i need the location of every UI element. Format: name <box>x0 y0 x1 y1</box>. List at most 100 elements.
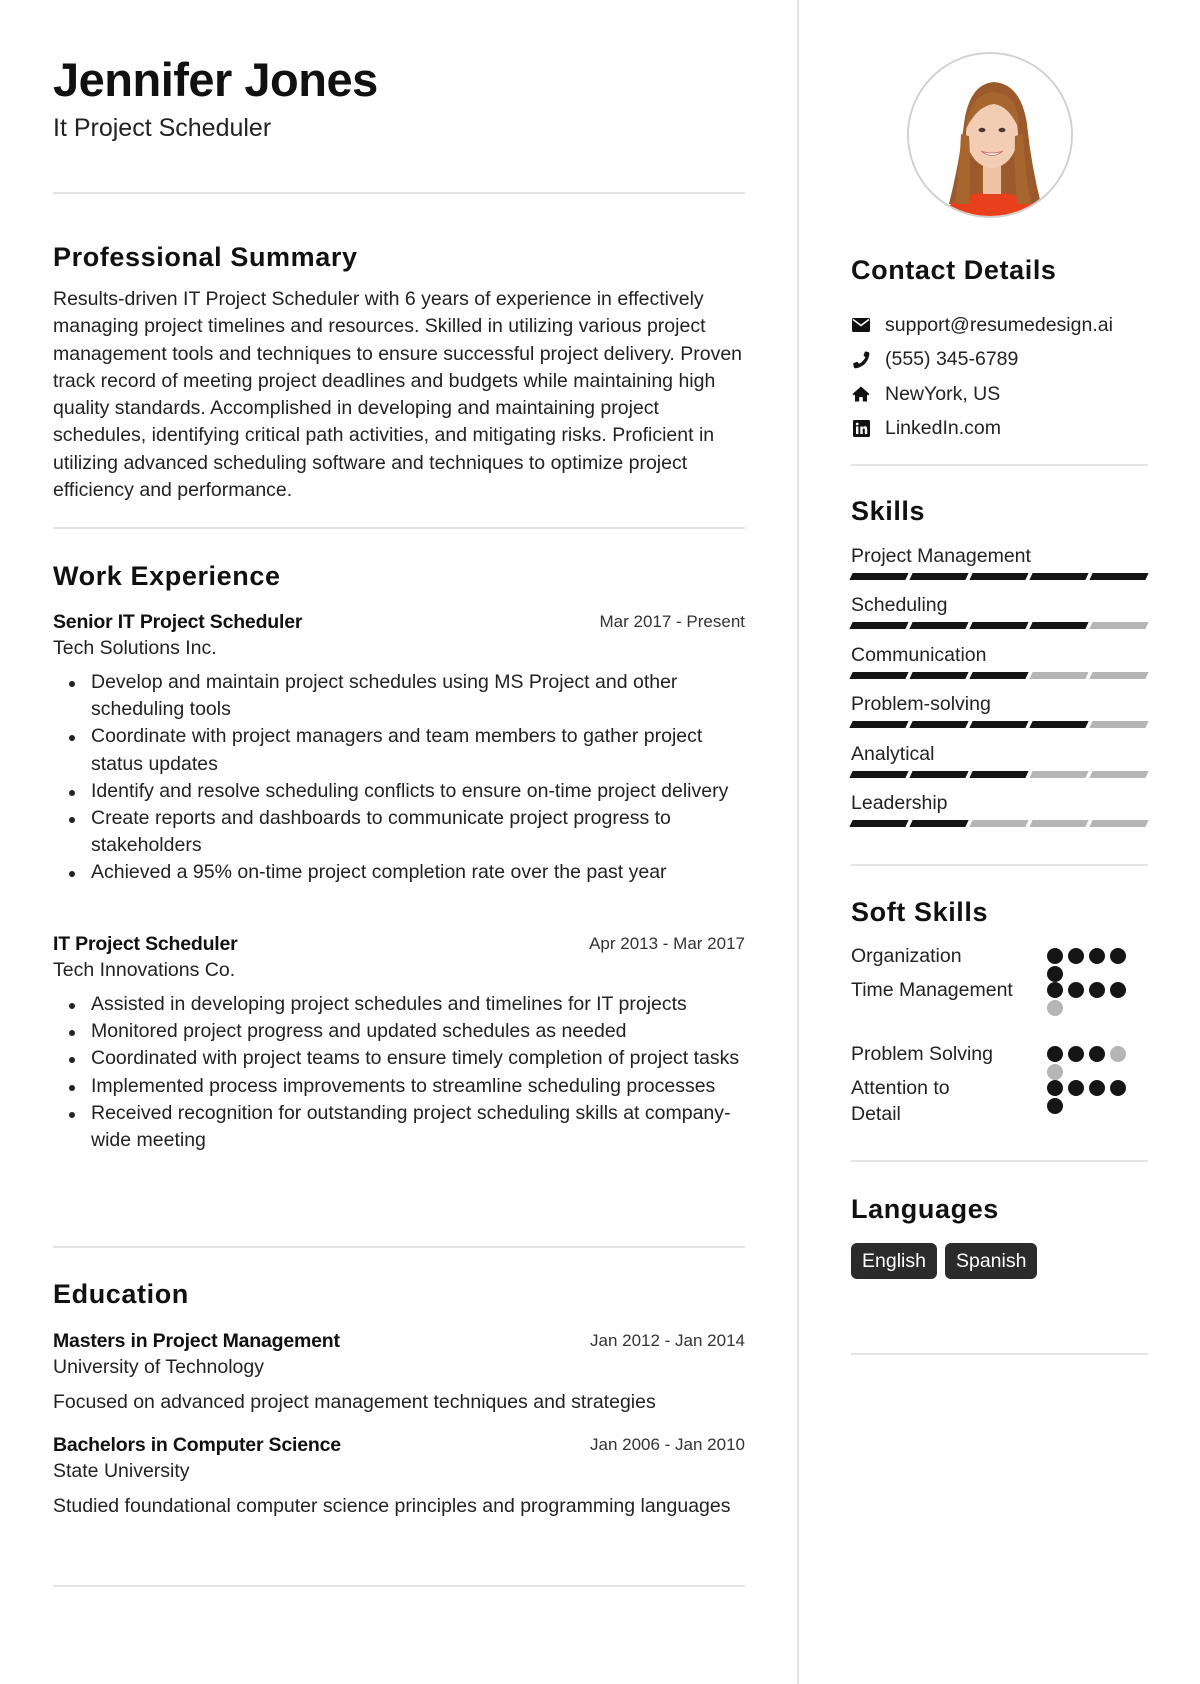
skill-item: Leadership <box>849 790 1149 827</box>
skill-segment-filled <box>909 771 969 778</box>
skill-segment-filled <box>1029 721 1089 728</box>
rating-dot-filled <box>1089 982 1105 998</box>
job-bullet: Coordinate with project managers and tea… <box>53 723 745 777</box>
skill-segment-filled <box>849 771 909 778</box>
rating-dot-filled <box>1047 966 1063 982</box>
skill-item: Analytical <box>849 741 1149 778</box>
contact-linkedin-text: LinkedIn.com <box>885 417 1001 440</box>
rating-dot-empty <box>1110 1046 1126 1062</box>
skill-segment-filled <box>909 820 969 827</box>
job-bullet: Monitored project progress and updated s… <box>53 1018 745 1045</box>
skill-segment-filled <box>969 622 1029 629</box>
summary-text: Results-driven IT Project Scheduler with… <box>53 288 743 502</box>
contact-phone[interactable]: (555) 345-6789 <box>851 343 1148 378</box>
contact-email-text: support@resumedesign.ai <box>885 313 1113 336</box>
job-date: Mar 2017 - Present <box>599 612 745 631</box>
skills-divider <box>851 864 1148 866</box>
skill-level-bar <box>849 622 1149 629</box>
rating-dot-filled <box>1047 948 1063 964</box>
skill-item: Communication <box>849 642 1149 679</box>
experience-heading-text: Work Experience <box>53 561 281 591</box>
skill-level-bar <box>849 721 1149 728</box>
job-bullet: Identify and resolve scheduling conflict… <box>53 778 745 805</box>
skill-name: Analytical <box>851 743 935 765</box>
rating-dot-filled <box>1110 1080 1126 1096</box>
skill-segment-empty <box>1089 672 1149 679</box>
column-divider <box>797 0 799 1684</box>
skill-segment-filled <box>849 573 909 580</box>
skill-segment-filled <box>849 820 909 827</box>
portrait-image <box>909 54 1071 216</box>
candidate-role: It Project Scheduler <box>53 114 272 142</box>
education-description: Studied foundational computer science pr… <box>53 1495 731 1517</box>
rating-dot-filled <box>1110 948 1126 964</box>
job-bullet: Develop and maintain project schedules u… <box>53 669 745 723</box>
skill-item: Problem-solving <box>849 691 1149 728</box>
skill-segment-filled <box>1029 622 1089 629</box>
skill-segment-empty <box>1089 771 1149 778</box>
job-bullet: Received recognition for outstanding pro… <box>53 1100 745 1154</box>
skill-segment-filled <box>849 622 909 629</box>
summary-divider <box>53 527 745 529</box>
job-bullet: Assisted in developing project schedules… <box>53 991 745 1018</box>
rating-dot-filled <box>1047 1080 1063 1096</box>
skill-segment-filled <box>909 672 969 679</box>
skill-level-bar <box>849 672 1149 679</box>
contact-phone-text: (555) 345-6789 <box>885 348 1019 371</box>
rating-dot-filled <box>1047 982 1063 998</box>
job-company: Tech Solutions Inc. <box>53 637 217 659</box>
soft-skills-heading-text: Soft Skills <box>851 897 989 927</box>
skill-segment-empty <box>1029 820 1089 827</box>
skill-name: Problem-solving <box>851 693 991 715</box>
phone-icon <box>851 350 871 370</box>
skill-segment-empty <box>1089 721 1149 728</box>
soft-skill-rating <box>1047 982 1139 1016</box>
job-bullet: Create reports and dashboards to communi… <box>53 805 745 859</box>
rating-dot-filled <box>1068 948 1084 964</box>
contact-location-text: NewYork, US <box>885 382 1001 405</box>
skill-segment-filled <box>909 721 969 728</box>
skill-segment-filled <box>909 573 969 580</box>
soft-skill-name: Attention to Detail <box>851 1077 950 1125</box>
rating-dot-empty <box>1047 1000 1063 1016</box>
soft-skill-name: Problem Solving <box>851 1043 993 1065</box>
candidate-name: Jennifer Jones <box>53 53 378 106</box>
skill-level-bar <box>849 820 1149 827</box>
skill-segment-empty <box>1029 672 1089 679</box>
skill-item: Project Management <box>849 543 1149 580</box>
contact-linkedin[interactable]: LinkedIn.com <box>851 412 1148 447</box>
language-badge: English <box>851 1243 937 1279</box>
linkedin-icon <box>851 419 871 439</box>
skill-segment-empty <box>1089 820 1149 827</box>
profile-photo <box>907 52 1073 218</box>
skills-heading-text: Skills <box>851 496 926 526</box>
languages-divider <box>851 1353 1148 1355</box>
job-bullets: Assisted in developing project schedules… <box>53 991 745 1154</box>
job-entry: IT Project Scheduler Apr 2013 - Mar 2017… <box>53 931 745 1154</box>
skill-level-bar <box>849 573 1149 580</box>
rating-dot-filled <box>1068 1046 1084 1062</box>
skill-item: Scheduling <box>849 592 1149 629</box>
languages-list: English Spanish <box>851 1243 1038 1279</box>
language-badge: Spanish <box>944 1243 1038 1279</box>
soft-skill-name: Organization <box>851 945 962 967</box>
rating-dot-filled <box>1068 982 1084 998</box>
contact-email[interactable]: support@resumedesign.ai <box>851 308 1148 343</box>
rating-dot-filled <box>1047 1046 1063 1062</box>
education-entry: Bachelors in Computer Science Jan 2006 -… <box>53 1432 745 1520</box>
skill-level-bar <box>849 771 1149 778</box>
school-name: University of Technology <box>53 1356 264 1378</box>
soft-skill-rating <box>1047 948 1139 982</box>
experience-heading: Work Experience <box>53 559 281 593</box>
skill-name: Project Management <box>851 545 1031 567</box>
skill-name: Leadership <box>851 792 948 814</box>
skill-segment-empty <box>1029 771 1089 778</box>
job-bullet: Achieved a 95% on-time project completio… <box>53 859 745 886</box>
job-bullet: Implemented process improvements to stre… <box>53 1073 745 1100</box>
skill-segment-filled <box>969 721 1029 728</box>
rating-dot-filled <box>1068 1080 1084 1096</box>
rating-dot-filled <box>1047 1098 1063 1114</box>
soft-skills-heading: Soft Skills <box>851 895 988 929</box>
languages-heading: Languages <box>851 1192 999 1226</box>
skill-segment-filled <box>849 721 909 728</box>
